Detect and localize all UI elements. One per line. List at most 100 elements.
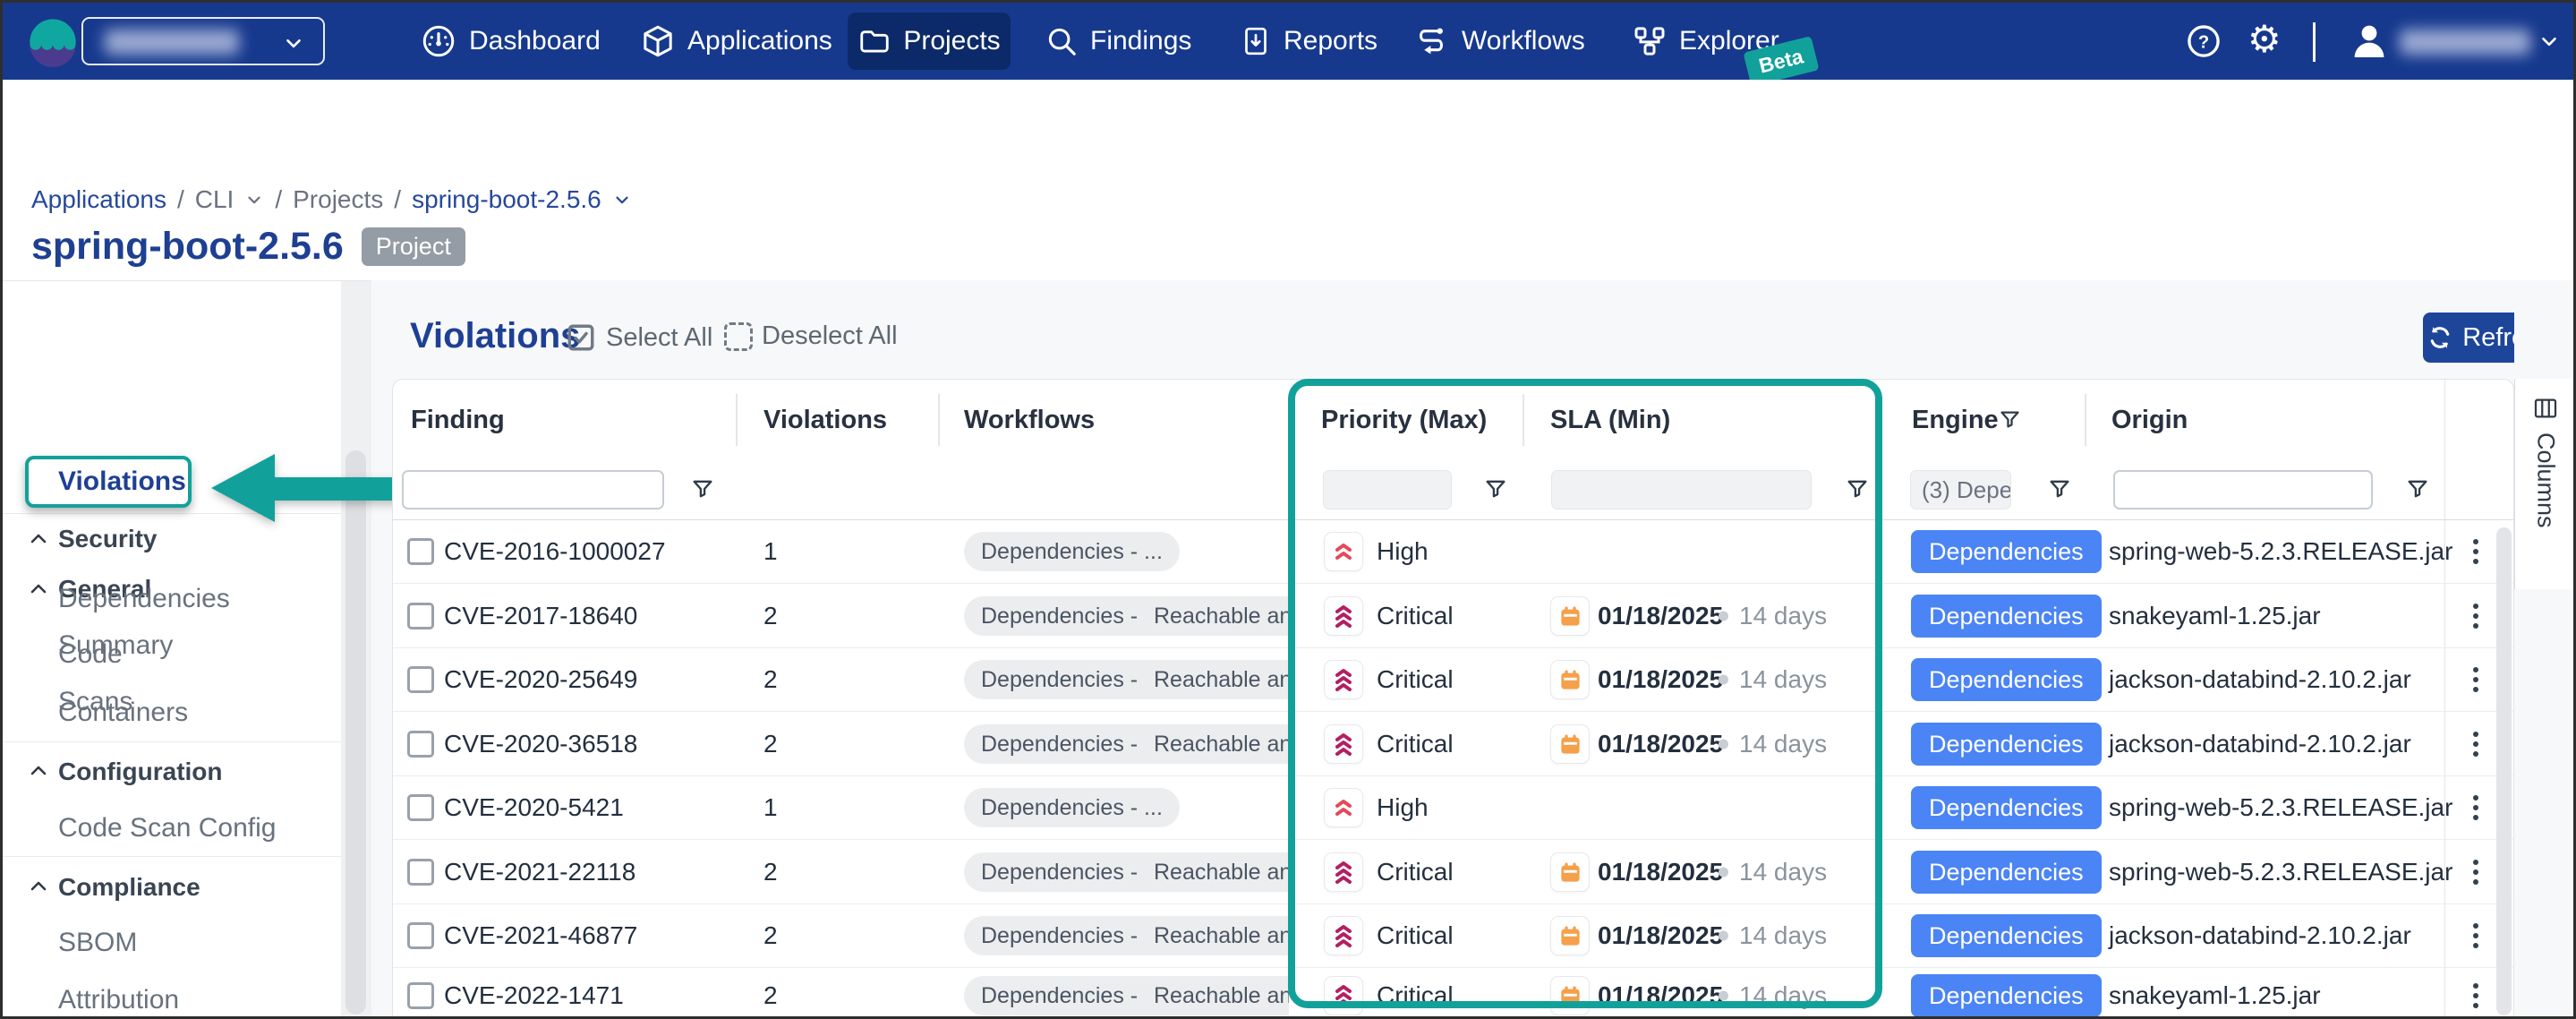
row-menu-button[interactable] [2468, 978, 2484, 1014]
filter-funnel-icon[interactable] [690, 476, 715, 501]
sidebar-item-containers[interactable]: Containers [58, 698, 188, 728]
row-checkbox[interactable] [407, 538, 434, 565]
nav-item-workflows[interactable]: Workflows [1412, 3, 1585, 80]
row-menu-button[interactable] [2468, 918, 2484, 954]
breadcrumb-applications[interactable]: Applications [31, 185, 166, 214]
row-menu-button[interactable] [2468, 854, 2484, 890]
chevron-up-icon[interactable] [28, 760, 49, 782]
workflow-pill[interactable]: Reachable and C... [1137, 660, 1289, 699]
finding-link[interactable]: CVE-2020-36518 [444, 730, 637, 758]
table-row[interactable]: CVE-2020-36518 2 Dependencies - ...Reach… [393, 713, 2515, 776]
col-header-priority[interactable]: Priority (Max) [1321, 380, 1487, 460]
chevron-down-icon[interactable] [244, 190, 264, 210]
nav-item-reports[interactable]: Reports [1240, 3, 1378, 80]
sidebar-item-dependencies[interactable]: Dependencies [58, 584, 230, 614]
violations-heading: Violations [410, 316, 580, 356]
table-row[interactable]: CVE-2016-1000027 1 Dependencies - ... Hi… [393, 520, 2515, 584]
sidebar-section-compliance[interactable]: Compliance [58, 873, 200, 902]
org-selector[interactable] [81, 17, 325, 65]
filter-funnel-icon[interactable] [1998, 407, 2022, 432]
col-header-finding[interactable]: Finding [411, 380, 505, 460]
chevron-up-icon[interactable] [28, 578, 49, 600]
sla-date: 01/18/2025 [1598, 921, 1723, 950]
select-all-button[interactable]: Select All [565, 321, 712, 354]
nav-item-findings[interactable]: Findings [1045, 3, 1191, 80]
gear-icon[interactable]: ⚙ [2248, 21, 2282, 58]
chevron-up-icon[interactable] [28, 528, 49, 550]
workflow-pill[interactable]: Reachable and C... [1137, 916, 1289, 955]
row-checkbox[interactable] [407, 731, 434, 758]
row-checkbox[interactable] [407, 982, 434, 1009]
row-checkbox[interactable] [407, 603, 434, 629]
table-scrollbar-thumb[interactable] [2496, 527, 2512, 1015]
table-row[interactable]: CVE-2020-5421 1 Dependencies - ... High … [393, 776, 2515, 840]
table-row[interactable]: CVE-2022-1471 2 Dependencies - ...Reacha… [393, 969, 2515, 1019]
sidebar-scrollbar-thumb[interactable] [345, 450, 366, 1015]
col-header-origin[interactable]: Origin [2111, 380, 2188, 460]
origin-filter-input[interactable] [2113, 470, 2373, 510]
breadcrumb-current-project[interactable]: spring-boot-2.5.6 [412, 185, 601, 214]
finding-link[interactable]: CVE-2021-22118 [444, 858, 635, 886]
col-header-sla[interactable]: SLA (Min) [1550, 380, 1670, 460]
finding-link[interactable]: CVE-2020-25649 [444, 665, 637, 694]
row-menu-button[interactable] [2468, 726, 2484, 762]
help-icon[interactable]: ? [2185, 22, 2222, 60]
row-checkbox[interactable] [407, 794, 434, 821]
chevron-down-icon[interactable] [2538, 30, 2561, 53]
workflow-pill[interactable]: Dependencies - ... [964, 532, 1180, 571]
filter-funnel-icon[interactable] [1845, 476, 1870, 501]
chevron-down-icon[interactable] [612, 190, 632, 210]
table-row[interactable]: CVE-2020-25649 2 Dependencies - ...Reach… [393, 648, 2515, 712]
app-window: Dashboard Applications Projects Findings… [0, 0, 2576, 1019]
row-menu-button[interactable] [2468, 534, 2484, 569]
columns-panel-button[interactable]: Columns [2514, 379, 2576, 589]
priority-label: High [1377, 537, 1429, 566]
sidebar-item-code[interactable]: Code [58, 639, 123, 670]
chevron-up-icon[interactable] [28, 876, 49, 897]
finding-link[interactable]: CVE-2020-5421 [444, 793, 624, 822]
table-row[interactable]: CVE-2021-22118 2 Dependencies - ...Reach… [393, 841, 2515, 904]
table-row[interactable]: CVE-2021-46877 2 Dependencies - ...Reach… [393, 904, 2515, 968]
nav-item-dashboard[interactable]: Dashboard [420, 3, 601, 80]
finding-link[interactable]: CVE-2016-1000027 [444, 537, 666, 566]
breadcrumb-projects[interactable]: Projects [293, 185, 383, 214]
row-checkbox[interactable] [407, 922, 434, 949]
sidebar-item-sbom[interactable]: SBOM [58, 928, 137, 958]
sidebar-section-security[interactable]: Security [58, 525, 158, 553]
row-checkbox[interactable] [407, 666, 434, 693]
col-header-engine[interactable]: Engine [1912, 380, 1999, 460]
sidebar-section-configuration[interactable]: Configuration [58, 758, 223, 786]
table-row[interactable]: CVE-2017-18640 2 Dependencies - ...Reach… [393, 585, 2515, 648]
sidebar-item-attribution[interactable]: Attribution [58, 985, 179, 1015]
project-name: spring-boot-2.5.6 [31, 225, 344, 269]
breadcrumb-cli[interactable]: CLI [195, 185, 235, 214]
deselect-all-label: Deselect All [762, 321, 898, 351]
filter-funnel-icon[interactable] [2047, 476, 2072, 501]
finding-link[interactable]: CVE-2017-18640 [444, 602, 637, 630]
workflow-pill[interactable]: Reachable and C... [1137, 976, 1289, 1015]
col-header-violations[interactable]: Violations [763, 380, 887, 460]
filter-funnel-icon[interactable] [2405, 476, 2430, 501]
finding-filter-input[interactable] [402, 470, 664, 510]
user-avatar-icon[interactable] [2348, 19, 2391, 62]
sidebar-item-violations-active[interactable]: Violations [25, 456, 192, 508]
deselect-all-button[interactable]: Deselect All [724, 321, 898, 351]
filter-funnel-icon[interactable] [1483, 476, 1508, 501]
workflow-pill[interactable]: Dependencies - ... [964, 788, 1180, 827]
row-menu-button[interactable] [2468, 790, 2484, 826]
finding-link[interactable]: CVE-2022-1471 [444, 981, 624, 1010]
workflow-pill[interactable]: Reachable and C... [1137, 724, 1289, 764]
engine-filter-value[interactable]: (3) Dependencies [1910, 470, 2011, 510]
mend-logo[interactable] [28, 17, 78, 67]
workflow-pill[interactable]: Reachable and C... [1137, 596, 1289, 636]
nav-item-projects-selected[interactable]: Projects [848, 13, 1011, 70]
row-menu-button[interactable] [2468, 598, 2484, 634]
nav-item-applications[interactable]: Applications [640, 3, 832, 80]
col-header-workflows[interactable]: Workflows [964, 380, 1095, 460]
row-menu-button[interactable] [2468, 662, 2484, 698]
row-checkbox[interactable] [407, 859, 434, 886]
finding-link[interactable]: CVE-2021-46877 [444, 921, 637, 950]
sidebar-item-code-scan-config[interactable]: Code Scan Config [58, 813, 277, 843]
workflow-pill[interactable]: Reachable and C... [1137, 852, 1289, 892]
annotation-arrow [209, 450, 413, 527]
